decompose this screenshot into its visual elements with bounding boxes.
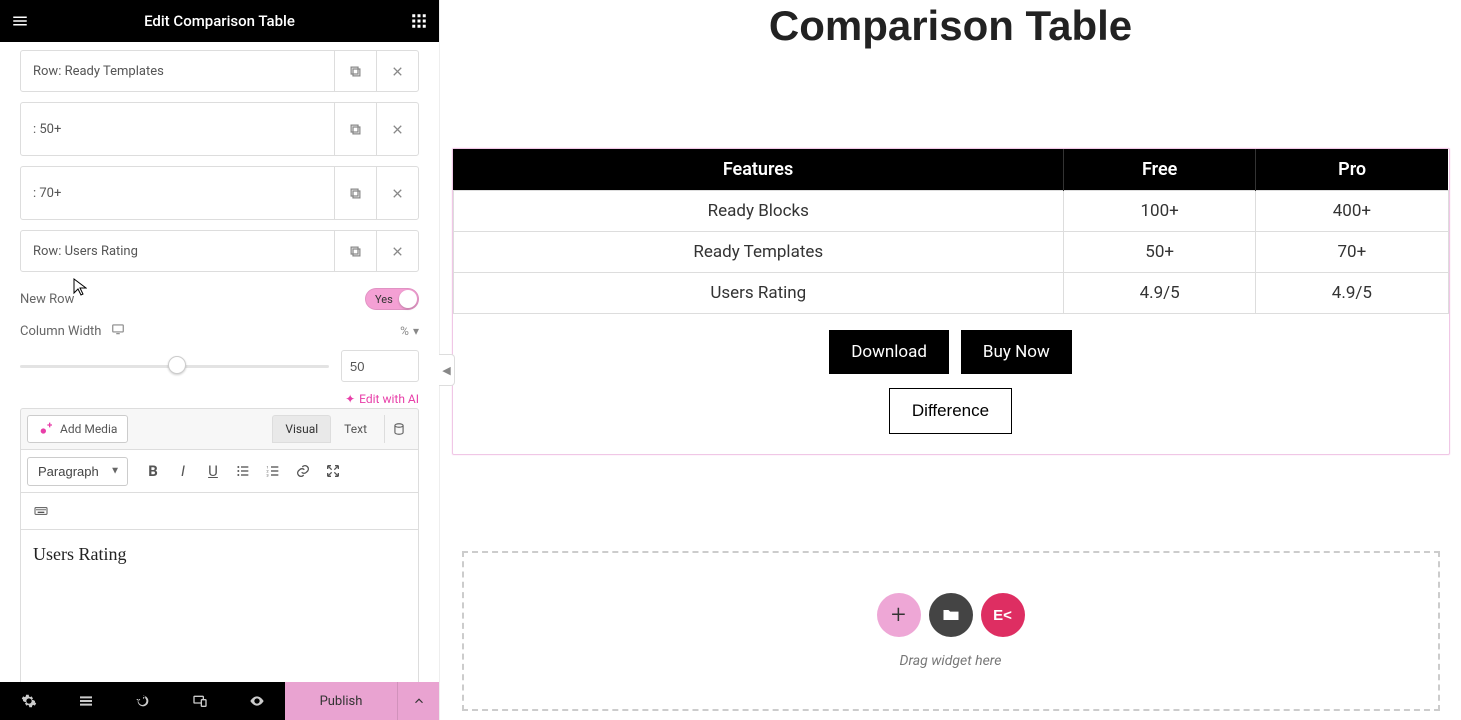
editor-area[interactable]: Users Rating	[20, 530, 419, 682]
new-row-label: New Row	[20, 292, 74, 307]
add-section-button[interactable]: +	[877, 593, 921, 637]
add-media-button[interactable]: Add Media	[27, 415, 128, 443]
close-icon[interactable]	[376, 103, 418, 155]
drop-area[interactable]: + E< Drag widget here	[462, 551, 1440, 711]
desktop-icon[interactable]	[111, 322, 125, 340]
col-width-setting: Column Width % ▾	[20, 316, 419, 346]
editor-toolbar-row2	[20, 493, 419, 530]
row-item[interactable]: : 50+	[20, 102, 419, 156]
page-title: Comparison Table	[450, 2, 1451, 50]
table-row: Ready Templates 50+ 70+	[453, 232, 1448, 273]
slider-thumb[interactable]	[168, 356, 186, 374]
drop-hint: Drag widget here	[900, 653, 1002, 669]
sidebar-footer: Publish	[0, 682, 439, 720]
settings-icon[interactable]	[0, 682, 57, 720]
col-width-slider-row	[20, 350, 419, 382]
row-item-label: : 50+	[21, 103, 334, 155]
publish-button[interactable]: Publish	[285, 682, 397, 720]
dynamic-tags-icon[interactable]	[384, 415, 412, 443]
link-button[interactable]	[288, 456, 318, 486]
row-item[interactable]: Row: Users Rating	[20, 230, 419, 272]
duplicate-icon[interactable]	[334, 231, 376, 271]
duplicate-icon[interactable]	[334, 51, 376, 91]
col-width-label: Column Width	[20, 324, 101, 339]
col-width-slider[interactable]	[20, 356, 329, 376]
underline-button[interactable]: U	[198, 456, 228, 486]
history-icon[interactable]	[114, 682, 171, 720]
new-row-toggle[interactable]: Yes	[365, 288, 419, 310]
new-row-setting: New Row Yes	[20, 282, 419, 316]
keyboard-icon[interactable]	[27, 499, 55, 523]
units-select[interactable]: % ▾	[400, 324, 419, 338]
drop-area-buttons: + E<	[877, 593, 1025, 637]
close-icon[interactable]	[376, 167, 418, 219]
toggle-label: Yes	[375, 293, 393, 306]
th-pro: Pro	[1256, 149, 1448, 191]
preview: ◀ Comparison Table Features Free Pro Rea…	[440, 0, 1461, 720]
preview-icon[interactable]	[228, 682, 285, 720]
italic-button[interactable]: I	[168, 456, 198, 486]
col-width-input[interactable]	[341, 350, 419, 382]
tab-visual[interactable]: Visual	[272, 415, 331, 443]
th-free: Free	[1064, 149, 1256, 191]
table-row: Ready Blocks 100+ 400+	[453, 191, 1448, 232]
ol-button[interactable]: 123	[258, 456, 288, 486]
download-button[interactable]: Download	[829, 330, 949, 374]
tab-text[interactable]: Text	[331, 415, 380, 443]
difference-button[interactable]: Difference	[889, 388, 1012, 434]
editor-top-bar: Add Media Visual Text	[20, 408, 419, 450]
sidebar-title: Edit Comparison Table	[34, 12, 405, 30]
menu-icon[interactable]	[6, 7, 34, 35]
bold-button[interactable]: B	[138, 456, 168, 486]
sparkle-icon: ✦	[345, 392, 355, 406]
row-item[interactable]: : 70+	[20, 166, 419, 220]
table-actions: Download Buy Now	[453, 330, 1449, 374]
comparison-table: Features Free Pro Ready Blocks 100+ 400+…	[453, 149, 1449, 314]
editor-content: Users Rating	[33, 544, 406, 565]
fullscreen-button[interactable]	[318, 456, 348, 486]
ul-button[interactable]	[228, 456, 258, 486]
panel-body: Row: Ready Templates : 50+ : 70+ Row: Us…	[0, 42, 439, 682]
row-item[interactable]: Row: Ready Templates	[20, 50, 419, 92]
sidebar: Edit Comparison Table Row: Ready Templat…	[0, 0, 440, 720]
row-item-label: : 70+	[21, 167, 334, 219]
close-icon[interactable]	[376, 51, 418, 91]
chevron-down-icon: ▾	[413, 324, 419, 338]
close-icon[interactable]	[376, 231, 418, 271]
row-item-label: Row: Users Rating	[21, 231, 334, 271]
duplicate-icon[interactable]	[334, 167, 376, 219]
th-features: Features	[453, 149, 1064, 191]
navigator-icon[interactable]	[57, 682, 114, 720]
row-item-label: Row: Ready Templates	[21, 51, 334, 91]
sidebar-header: Edit Comparison Table	[0, 0, 439, 42]
comparison-table-widget[interactable]: Features Free Pro Ready Blocks 100+ 400+…	[452, 148, 1450, 455]
editor-toolbar: Paragraph ▼ B I U 123	[20, 450, 419, 493]
editor-tabs: Visual Text	[272, 415, 412, 443]
collapse-sidebar-handle[interactable]: ◀	[439, 354, 455, 386]
buy-now-button[interactable]: Buy Now	[961, 330, 1072, 374]
publish-more-button[interactable]	[397, 682, 439, 720]
format-select[interactable]: Paragraph	[27, 457, 128, 486]
responsive-icon[interactable]	[171, 682, 228, 720]
templates-icon[interactable]: E<	[981, 593, 1025, 637]
grid-icon[interactable]	[405, 7, 433, 35]
folder-icon[interactable]	[929, 593, 973, 637]
table-row: Users Rating 4.9/5 4.9/5	[453, 273, 1448, 314]
toggle-thumb	[399, 290, 417, 308]
edit-with-ai-link[interactable]: ✦ Edit with AI	[20, 392, 419, 406]
duplicate-icon[interactable]	[334, 103, 376, 155]
svg-text:3: 3	[266, 472, 268, 477]
